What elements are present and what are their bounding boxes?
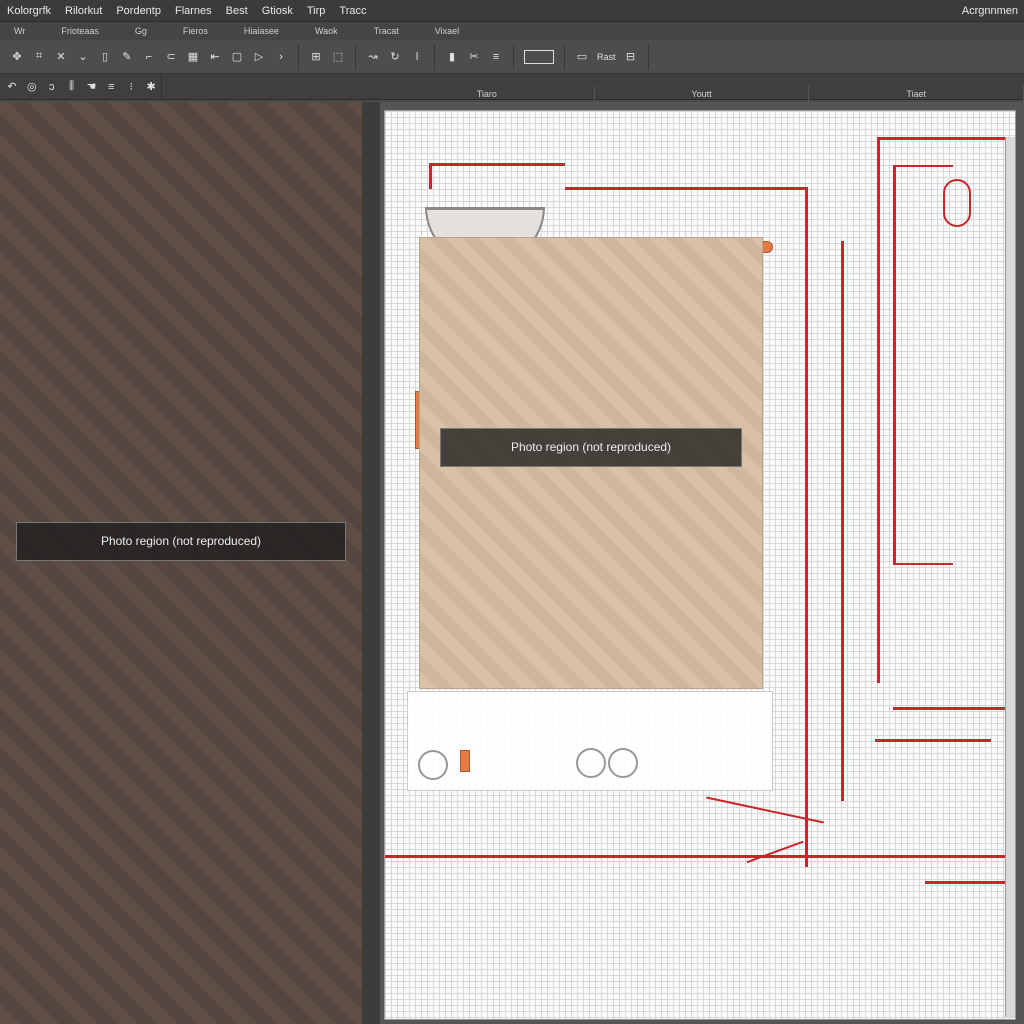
menu-item-5[interactable]: Gtiosk xyxy=(255,5,300,17)
canvas-area: Photo region (not reproduced) xyxy=(380,102,1024,1024)
red-marker[interactable] xyxy=(460,750,470,772)
chevron-right-icon[interactable]: › xyxy=(272,48,290,66)
guide-line xyxy=(877,137,1015,140)
rast-label[interactable]: Rast xyxy=(593,52,620,62)
target-icon[interactable]: ◎ xyxy=(24,78,40,96)
lasso-icon[interactable]: ↄ xyxy=(44,78,60,96)
toolbar-group-layout: ⊞ ⬚ xyxy=(299,43,356,70)
guide-line xyxy=(746,840,804,864)
circle-control[interactable] xyxy=(576,748,606,778)
select-icon[interactable]: ⬚ xyxy=(329,48,347,66)
menu-item-3[interactable]: Flarnes xyxy=(168,5,219,17)
menu-item-4[interactable]: Best xyxy=(219,5,255,17)
columns-icon[interactable]: ⫼ xyxy=(64,78,80,96)
secondary-tools: ↶ ◎ ↄ ⫼ ☚ ≡ ⁝ ✱ xyxy=(0,73,162,100)
circle-control[interactable] xyxy=(608,748,638,778)
panel-icon[interactable]: ⊟ xyxy=(622,48,640,66)
scissor-icon[interactable]: ✂ xyxy=(465,48,483,66)
option-item-7[interactable]: Vixael xyxy=(421,26,481,36)
arrow-left-icon[interactable]: ⇤ xyxy=(206,48,224,66)
toolbar-group-curve: ↝ ↻ ǀ xyxy=(356,43,435,70)
canvas-page[interactable]: Photo region (not reproduced) xyxy=(384,110,1016,1020)
pen-icon[interactable]: ✎ xyxy=(118,48,136,66)
move-icon[interactable]: ✥ xyxy=(8,48,26,66)
guide-line xyxy=(805,187,808,867)
menu-item-2[interactable]: Pordentp xyxy=(109,5,168,17)
layout-icon[interactable]: ⊞ xyxy=(307,48,325,66)
square-icon[interactable]: ▢ xyxy=(228,48,246,66)
grid-icon[interactable]: ▦ xyxy=(184,48,202,66)
toolbar-group-edit: ✥ ⌗ ✕ ⌄ ▯ ✎ ⌐ ⊂ ▦ ⇤ ▢ ▷ › xyxy=(0,43,299,70)
guide-line xyxy=(893,707,1005,710)
toolbar-group-rast: ▭ Rast ⊟ xyxy=(565,43,649,70)
chevron-down-icon[interactable]: ⌄ xyxy=(74,48,92,66)
option-item-4[interactable]: Hiaiasee xyxy=(230,26,301,36)
option-item-0[interactable]: Wr xyxy=(0,26,47,36)
refresh-icon[interactable]: ↻ xyxy=(386,48,404,66)
guide-line xyxy=(429,163,565,166)
guide-line xyxy=(565,187,805,190)
cross-icon[interactable]: ✕ xyxy=(52,48,70,66)
undo-icon[interactable]: ↶ xyxy=(4,78,20,96)
bar-icon[interactable]: ǀ xyxy=(408,48,426,66)
option-item-5[interactable]: Waok xyxy=(301,26,360,36)
sparkle-icon[interactable]: ✱ xyxy=(143,78,159,96)
vertical-scrollbar[interactable] xyxy=(1005,137,1015,1017)
option-item-1[interactable]: Frioteaas xyxy=(47,26,121,36)
guide-loop xyxy=(943,179,971,227)
guide-line xyxy=(925,881,1015,884)
options-bar: Wr Frioteaas Gg Fieros Hiaiasee Waok Tra… xyxy=(0,22,1024,40)
marquee-icon[interactable]: ⁝ xyxy=(123,78,139,96)
photo-placeholder-note: Photo region (not reproduced) xyxy=(16,522,346,561)
option-item-6[interactable]: Tracat xyxy=(360,26,421,36)
brush-icon[interactable]: ⌐ xyxy=(140,48,158,66)
list-icon[interactable]: ≡ xyxy=(103,78,119,96)
align-icon[interactable]: ▮ xyxy=(443,48,461,66)
menu-item-6[interactable]: Tirp xyxy=(300,5,333,17)
main-toolbar: ✥ ⌗ ✕ ⌄ ▯ ✎ ⌐ ⊂ ▦ ⇤ ▢ ▷ › ⊞ ⬚ ↝ ↻ ǀ ▮ ✂ … xyxy=(0,40,1024,74)
toolbar-group-align: ▮ ✂ ≡ xyxy=(435,43,514,70)
guide-line xyxy=(841,241,844,801)
play-icon[interactable]: ▷ xyxy=(250,48,268,66)
menu-item-7[interactable]: Tracc xyxy=(332,5,373,17)
crop-icon[interactable]: ⌗ xyxy=(30,48,48,66)
guide-line xyxy=(429,163,432,189)
panel-divider[interactable] xyxy=(362,102,380,1024)
toolbar-group-view xyxy=(514,43,565,70)
menu-item-0[interactable]: Kolorgrfk xyxy=(0,5,58,17)
tab-1[interactable]: Youtt xyxy=(595,86,810,102)
frame-icon[interactable]: ▯ xyxy=(96,48,114,66)
menu-item-1[interactable]: Rilorkut xyxy=(58,5,109,17)
curve-icon[interactable]: ↝ xyxy=(364,48,382,66)
view-toggle-icon[interactable] xyxy=(524,49,554,64)
circle-control[interactable] xyxy=(418,750,448,780)
document-tabs: Tiaro Youtt Tiaet xyxy=(380,86,1024,102)
menu-right-label[interactable]: Acrgnnmen xyxy=(962,5,1024,17)
link-icon[interactable]: ⊂ xyxy=(162,48,180,66)
tab-2[interactable]: Tiaet xyxy=(809,86,1024,102)
guide-line xyxy=(877,137,880,683)
bottom-control-panel xyxy=(407,691,773,791)
option-item-2[interactable]: Gg xyxy=(121,26,169,36)
guide-line xyxy=(385,855,1015,858)
option-item-3[interactable]: Fieros xyxy=(169,26,230,36)
tab-0[interactable]: Tiaro xyxy=(380,86,595,102)
canvas-photo-placeholder[interactable]: Photo region (not reproduced) xyxy=(419,237,763,689)
canvas-photo-note: Photo region (not reproduced) xyxy=(440,428,742,467)
menu-bar: Kolorgrfk Rilorkut Pordentp Flarnes Best… xyxy=(0,0,1024,22)
photo-placeholder xyxy=(0,102,362,1024)
hand-icon[interactable]: ☚ xyxy=(84,78,100,96)
guide-frame xyxy=(893,165,953,565)
guide-line xyxy=(875,739,991,742)
stack-icon[interactable]: ≡ xyxy=(487,48,505,66)
rast-icon[interactable]: ▭ xyxy=(573,48,591,66)
left-photo-panel: Photo region (not reproduced) xyxy=(0,102,362,1024)
